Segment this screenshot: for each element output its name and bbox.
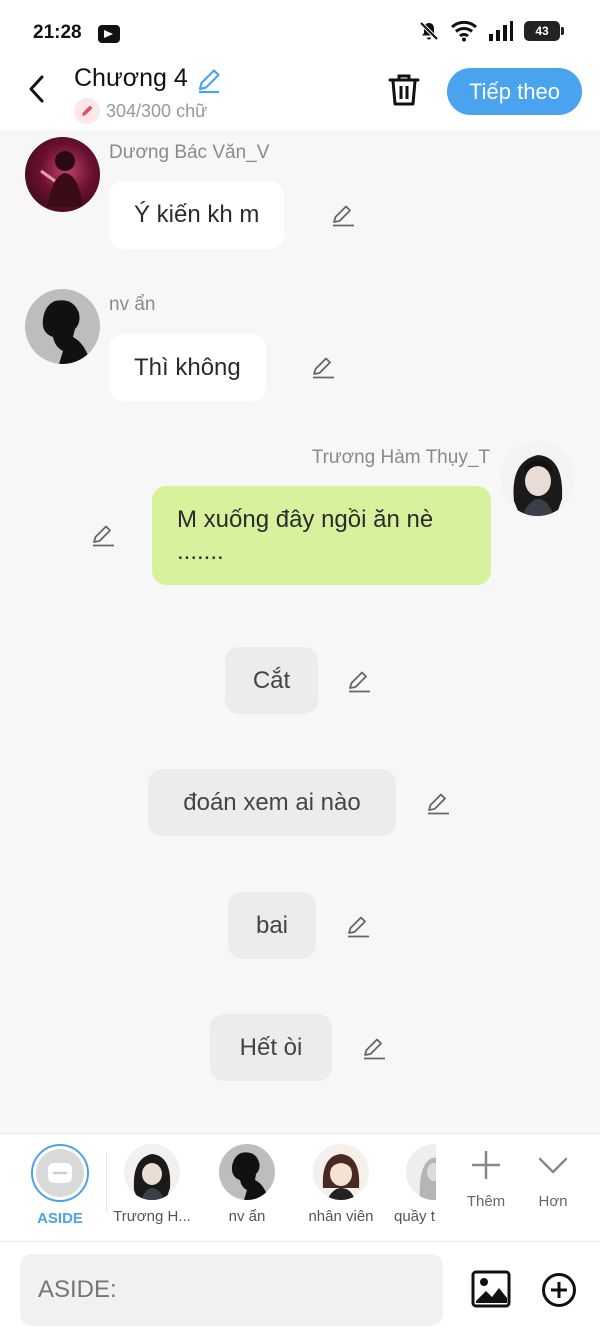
battery-icon: 43 xyxy=(524,21,564,41)
next-button[interactable]: Tiếp theo xyxy=(447,68,582,115)
person-photo-icon xyxy=(419,1157,436,1200)
character-name: ASIDE xyxy=(37,1210,83,1227)
edit-aside-button[interactable] xyxy=(361,1035,387,1061)
message-text: Thì không xyxy=(134,353,241,381)
edit-aside-button[interactable] xyxy=(425,790,451,816)
avatar-duong-bac-van[interactable] xyxy=(25,137,100,212)
aside-text: Hết òi xyxy=(239,1033,303,1061)
character-avatar xyxy=(219,1144,275,1200)
aside-bubble[interactable]: đoán xem ai nào xyxy=(148,769,396,836)
character-name: Trương H... xyxy=(113,1208,191,1225)
more-characters-button[interactable]: Thêm xyxy=(456,1148,516,1210)
avatar-nv-an[interactable] xyxy=(25,289,100,364)
input-bar xyxy=(0,1241,600,1337)
message-bubble[interactable]: Ý kiến kh m xyxy=(109,181,285,249)
silhouette-icon xyxy=(42,300,91,364)
bell-muted-icon xyxy=(419,21,439,41)
app-notification-icon xyxy=(98,25,120,43)
edit-message-button[interactable] xyxy=(310,354,336,380)
status-time: 21:28 xyxy=(33,22,82,43)
person-photo-icon xyxy=(133,1154,171,1200)
message-text: Ý kiến kh m xyxy=(134,201,260,228)
message-text: M xuống đây ngồi ăn nè ....... xyxy=(177,505,434,565)
pencil-badge-icon xyxy=(74,98,100,124)
pencil-icon xyxy=(348,916,369,938)
edit-message-button[interactable] xyxy=(90,522,116,548)
person-photo-icon xyxy=(40,151,83,207)
aside-bubble[interactable]: Cắt xyxy=(225,647,318,714)
sender-name: Dương Bác Văn_V xyxy=(109,142,270,163)
message-bubble[interactable]: M xuống đây ngồi ăn nè ....... xyxy=(152,486,491,585)
character-aside[interactable]: ASIDE xyxy=(20,1144,100,1227)
chapter-title: Chương 4 xyxy=(74,64,188,92)
character-avatar xyxy=(406,1144,436,1200)
sender-name: Trương Hàm Thụy_T xyxy=(311,447,490,468)
delete-button[interactable] xyxy=(387,72,421,113)
message-input[interactable] xyxy=(20,1254,443,1326)
character-name: quầy t xyxy=(394,1208,435,1225)
chapter-header: Chương 4 304/300 chữ Tiếp theo xyxy=(0,64,600,130)
tool-label: Thêm xyxy=(466,1193,506,1210)
back-button[interactable] xyxy=(22,74,52,104)
character-avatar xyxy=(313,1144,369,1200)
aside-bubble[interactable]: bai xyxy=(228,892,316,959)
aside-text: đoán xem ai nào xyxy=(183,788,361,816)
character-quay[interactable]: quầy t xyxy=(386,1144,436,1225)
aside-bubble[interactable]: Hết òi xyxy=(210,1014,332,1081)
pencil-icon xyxy=(313,357,334,379)
sender-name: nv ẩn xyxy=(109,294,156,315)
message-box-icon xyxy=(48,1163,72,1183)
pencil-icon xyxy=(93,525,114,547)
status-icons: 43 xyxy=(418,20,564,42)
character-truong-ham[interactable]: Trương H... xyxy=(112,1144,192,1225)
plus-icon xyxy=(472,1151,500,1179)
character-nhan-vien[interactable]: nhân viên xyxy=(301,1144,381,1225)
signal-icon xyxy=(489,21,513,41)
divider xyxy=(106,1152,107,1212)
character-name: nv ẩn xyxy=(228,1208,266,1225)
anime-person-icon xyxy=(322,1154,360,1200)
trash-icon xyxy=(388,74,420,106)
insert-image-button[interactable] xyxy=(471,1270,511,1313)
character-avatar xyxy=(124,1144,180,1200)
edit-title-button[interactable] xyxy=(195,66,223,99)
character-picker: ASIDE Trương H... nv ẩn nhân viên quầy t… xyxy=(0,1133,600,1241)
plus-circle-icon xyxy=(542,1273,576,1307)
word-count-text: 304/300 chữ xyxy=(106,100,208,121)
aside-text: Cắt xyxy=(252,666,291,694)
aside-avatar xyxy=(31,1144,89,1202)
message-bubble[interactable]: Thì không xyxy=(109,334,266,401)
pencil-icon xyxy=(349,671,370,693)
pencil-icon xyxy=(198,69,220,94)
pencil-icon xyxy=(428,793,449,815)
aside-text: bai xyxy=(255,911,289,939)
word-count: 304/300 chữ xyxy=(74,98,207,124)
silhouette-icon xyxy=(231,1152,269,1200)
avatar-truong-ham-thuy[interactable] xyxy=(500,441,575,516)
chevron-left-icon xyxy=(29,75,44,103)
status-bar: 21:28 43 xyxy=(0,0,600,64)
character-nv-an[interactable]: nv ẩn xyxy=(207,1144,287,1225)
expand-button[interactable]: Hơn xyxy=(523,1148,583,1210)
edit-message-button[interactable] xyxy=(330,202,356,228)
chevron-down-icon xyxy=(538,1157,568,1174)
tool-label: Hơn xyxy=(538,1193,568,1210)
image-icon xyxy=(471,1270,511,1308)
add-button[interactable] xyxy=(541,1272,577,1313)
pencil-icon xyxy=(364,1038,385,1060)
pencil-icon xyxy=(333,205,354,227)
wifi-icon xyxy=(451,20,477,42)
person-photo-icon xyxy=(513,455,563,516)
edit-aside-button[interactable] xyxy=(346,668,372,694)
edit-aside-button[interactable] xyxy=(345,913,371,939)
character-name: nhân viên xyxy=(308,1208,374,1225)
